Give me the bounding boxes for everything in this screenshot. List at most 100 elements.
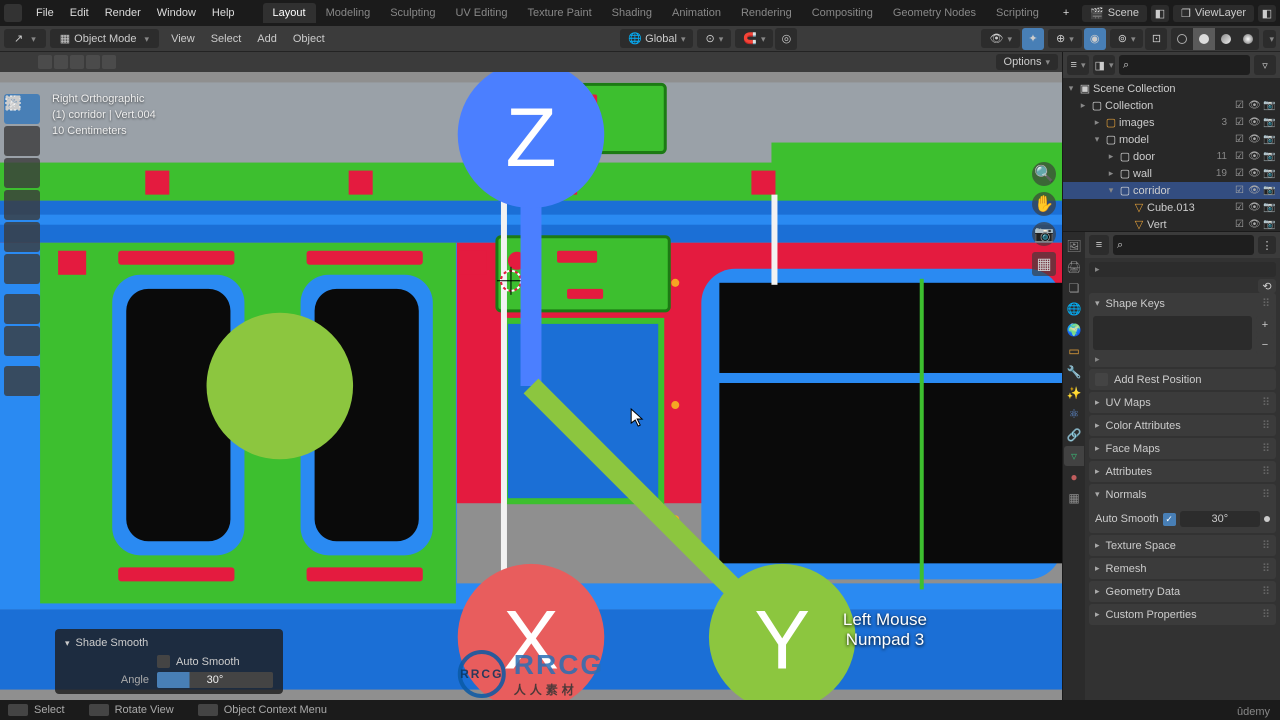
properties-tab-render[interactable]: 🖼 (1064, 236, 1084, 256)
auto-smooth-checkbox[interactable] (157, 655, 170, 668)
workspace-tab-rendering[interactable]: Rendering (731, 3, 802, 23)
workspace-tab-geometry-nodes[interactable]: Geometry Nodes (883, 3, 986, 23)
workspace-tab-modeling[interactable]: Modeling (316, 3, 381, 23)
menu-object[interactable]: Object (285, 33, 333, 45)
properties-tab-object[interactable]: ▭ (1064, 341, 1084, 361)
tool-annotate[interactable] (4, 294, 40, 324)
hide-toggle[interactable]: 👁 (1248, 99, 1261, 112)
outliner-display-mode[interactable]: ◨ (1093, 55, 1115, 75)
camera-view-button[interactable]: 📷 (1032, 222, 1056, 246)
exclude-toggle[interactable]: ☑ (1233, 99, 1246, 112)
tool-measure[interactable] (4, 326, 40, 356)
normals-header[interactable]: ▾Normals⠿ (1089, 484, 1276, 505)
menu-render[interactable]: Render (97, 7, 149, 19)
pan-button[interactable]: ✋ (1032, 192, 1056, 216)
color-attributes-panel[interactable]: ▸Color Attributes⠿ (1089, 415, 1276, 436)
outliner-item-model[interactable]: ▾▢model☑👁📷 (1063, 131, 1280, 148)
disable-toggle[interactable]: 📷 (1263, 133, 1276, 146)
panel-pin[interactable]: ⟲ (1258, 279, 1276, 293)
hide-toggle[interactable]: 👁 (1248, 150, 1261, 163)
outliner-scene-collection[interactable]: ▾ ▣ Scene Collection (1063, 80, 1280, 97)
workspace-tab-layout[interactable]: Layout (263, 3, 316, 23)
outliner-item-vert[interactable]: ▽Vert☑👁📷 (1063, 216, 1280, 231)
properties-tab-output[interactable]: 🖨 (1064, 257, 1084, 277)
disable-toggle[interactable]: 📷 (1263, 116, 1276, 129)
workspace-add-button[interactable]: + (1055, 7, 1077, 19)
properties-tab-particles[interactable]: ✨ (1064, 383, 1084, 403)
disable-toggle[interactable]: 📷 (1263, 167, 1276, 180)
outliner-item-cube-013[interactable]: ▽Cube.013☑👁📷 (1063, 199, 1280, 216)
select-mode-1[interactable] (38, 55, 52, 69)
hide-toggle[interactable]: 👁 (1248, 218, 1261, 231)
hide-toggle[interactable]: 👁 (1248, 167, 1261, 180)
workspace-tab-animation[interactable]: Animation (662, 3, 731, 23)
menu-edit[interactable]: Edit (62, 7, 97, 19)
uv-maps-panel[interactable]: ▸UV Maps⠿ (1089, 392, 1276, 413)
outliner-item-door[interactable]: ▸▢door11☑👁📷 (1063, 148, 1280, 165)
properties-tab-world[interactable]: 🌍 (1064, 320, 1084, 340)
3d-viewport[interactable]: Z X Y 🔍 ✋ 📷 ▦ (0, 72, 1062, 700)
properties-editor-selector[interactable]: ≡ (1089, 235, 1109, 255)
editor-type-selector[interactable]: ↗ (4, 29, 46, 48)
properties-tab-material[interactable]: ● (1064, 467, 1084, 487)
properties-tab-scene[interactable]: 🌐 (1064, 299, 1084, 319)
tool-scale[interactable] (4, 222, 40, 252)
animate-dot[interactable] (1264, 516, 1270, 522)
viewlayer-new-button[interactable]: ◧ (1258, 5, 1276, 22)
select-mode-5[interactable] (102, 55, 116, 69)
disable-toggle[interactable]: 📷 (1263, 99, 1276, 112)
gizmo-toggle[interactable]: ✦ (1022, 28, 1044, 50)
perspective-toggle[interactable]: ▦ (1032, 252, 1056, 276)
tool-cursor[interactable] (4, 126, 40, 156)
disable-toggle[interactable]: 📷 (1263, 201, 1276, 214)
menu-view[interactable]: View (163, 33, 203, 45)
mode-selector[interactable]: ▦Object Mode (50, 29, 159, 48)
properties-search[interactable]: ⌕ (1113, 235, 1254, 255)
hide-toggle[interactable]: 👁 (1248, 184, 1261, 197)
viewport-options[interactable]: Options (996, 54, 1058, 70)
shading-solid[interactable] (1193, 28, 1215, 50)
exclude-toggle[interactable]: ☑ (1233, 184, 1246, 197)
texture-space-panel[interactable]: ▸Texture Space⠿ (1089, 535, 1276, 556)
properties-options[interactable]: ⋮ (1258, 236, 1276, 254)
auto-smooth-checkbox-prop[interactable]: ✓ (1163, 513, 1176, 526)
auto-smooth-angle[interactable]: 30° (1180, 511, 1260, 527)
menu-select[interactable]: Select (203, 33, 250, 45)
menu-add[interactable]: Add (249, 33, 285, 45)
outliner-item-wall[interactable]: ▸▢wall19☑👁📷 (1063, 165, 1280, 182)
properties-tab-texture[interactable]: ▦ (1064, 488, 1084, 508)
xray-toggle[interactable]: ⊡ (1145, 28, 1167, 50)
tool-add-cube[interactable] (4, 366, 40, 396)
outliner-filter[interactable]: ▿ (1254, 55, 1276, 75)
scene-new-button[interactable]: ◧ (1151, 5, 1169, 22)
proportional-edit-toggle[interactable]: ◎ (775, 28, 797, 50)
exclude-toggle[interactable]: ☑ (1233, 201, 1246, 214)
geometry-data-panel[interactable]: ▸Geometry Data⠿ (1089, 581, 1276, 602)
menu-help[interactable]: Help (204, 7, 243, 19)
gizmo-options[interactable]: ⊕ (1048, 29, 1082, 48)
shading-rendered[interactable] (1237, 28, 1259, 50)
angle-slider[interactable]: 30° (157, 672, 273, 688)
navigation-gizmo[interactable]: Z X Y (0, 72, 1062, 700)
menu-file[interactable]: File (28, 7, 62, 19)
add-rest-position-row[interactable]: Add Rest Position (1089, 369, 1276, 390)
visibility-selector[interactable]: 👁 (981, 29, 1020, 48)
outliner-item-images[interactable]: ▸▢images3☑👁📷 (1063, 114, 1280, 131)
attributes-panel[interactable]: ▸Attributes⠿ (1089, 461, 1276, 482)
properties-tab-data[interactable]: ▿ (1064, 446, 1084, 466)
properties-tab-modifiers[interactable]: 🔧 (1064, 362, 1084, 382)
properties-tab-constraints[interactable]: 🔗 (1064, 425, 1084, 445)
workspace-tab-scripting[interactable]: Scripting (986, 3, 1049, 23)
exclude-toggle[interactable]: ☑ (1233, 150, 1246, 163)
hide-toggle[interactable]: 👁 (1248, 133, 1261, 146)
exclude-toggle[interactable]: ☑ (1233, 218, 1246, 231)
shape-keys-header[interactable]: ▾Shape Keys⠿ (1089, 293, 1276, 314)
snap-selector[interactable]: 🧲 (735, 29, 773, 48)
rest-position-checkbox[interactable] (1095, 373, 1108, 386)
custom-properties-panel[interactable]: ▸Custom Properties⠿ (1089, 604, 1276, 625)
workspace-tab-sculpting[interactable]: Sculpting (380, 3, 445, 23)
face-maps-panel[interactable]: ▸Face Maps⠿ (1089, 438, 1276, 459)
workspace-tab-shading[interactable]: Shading (602, 3, 662, 23)
shading-matprev[interactable] (1215, 28, 1237, 50)
select-mode-4[interactable] (86, 55, 100, 69)
